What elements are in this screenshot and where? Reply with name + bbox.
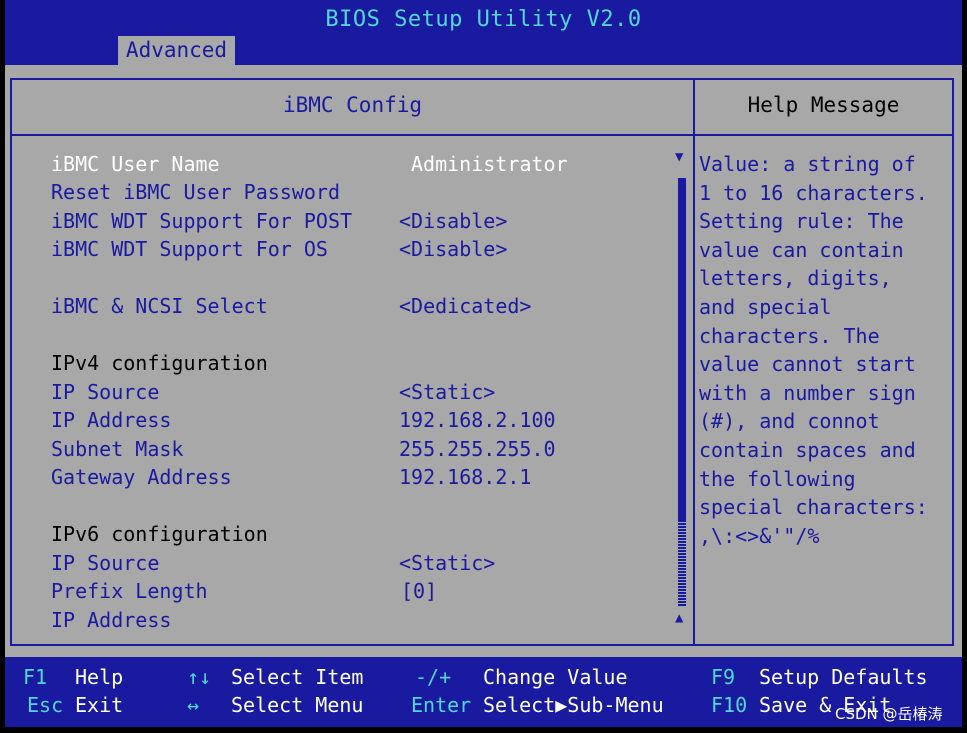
item-label: IP Source [51, 551, 160, 575]
key-f1-desc: Help [75, 665, 124, 689]
help-text: Value: a string of 1 to 16 characters. S… [699, 152, 928, 548]
key-f9: F9 [711, 665, 736, 689]
item-label: Subnet Mask [51, 437, 184, 461]
panel-title: iBMC Config [282, 93, 423, 117]
menu-item-ibmc-user-name[interactable]: iBMC User Name Administrator [51, 151, 568, 177]
menu-item-gateway[interactable]: Gateway Address 192.168.2.1 [51, 464, 531, 490]
item-value: Administrator [411, 152, 568, 176]
menu-item-prefix-length[interactable]: Prefix Length [0] [51, 578, 437, 604]
key-enter: Enter [411, 693, 472, 717]
key-leftright-desc: Select Menu [231, 693, 364, 717]
menu-item-wdt-post[interactable]: iBMC WDT Support For POST <Disable> [51, 208, 507, 234]
menu-item-wdt-os[interactable]: iBMC WDT Support For OS <Disable> [51, 236, 507, 262]
menu-item-ipv4-address[interactable]: IP Address 192.168.2.100 [51, 407, 556, 433]
panel-divider [12, 134, 693, 136]
scroll-down-arrow-icon[interactable]: ▼ [675, 149, 683, 165]
key-f10: F10 [711, 693, 748, 717]
menu-item-ipv6-source[interactable]: IP Source <Static> [51, 550, 495, 576]
item-label: Prefix Length [51, 579, 208, 603]
item-value: <Static> [399, 380, 496, 404]
item-label: IP Source [51, 380, 160, 404]
menu-item-ipv6-address[interactable]: IP Address [51, 607, 171, 633]
menu-item-reset-password[interactable]: Reset iBMC User Password [51, 179, 340, 205]
watermark: CSDN @岳椿涛 [835, 705, 943, 723]
item-label: iBMC WDT Support For POST [51, 209, 353, 233]
tab-advanced[interactable]: Advanced [118, 36, 235, 65]
menu-item-ncsi-select[interactable]: iBMC & NCSI Select <Dedicated> [51, 293, 531, 319]
key-f1: F1 [23, 665, 48, 689]
item-label: IP Address [51, 608, 172, 632]
item-value: <Static> [399, 551, 496, 575]
item-value: <Disable> [399, 209, 508, 233]
menu-item-ipv4-source[interactable]: IP Source <Static> [51, 379, 495, 405]
menu-item-subnet-mask[interactable]: Subnet Mask 255.255.255.0 [51, 436, 556, 462]
item-value: 192.168.2.100 [399, 408, 556, 432]
title-bar: BIOS Setup Utility V2.0 Advanced [5, 0, 962, 65]
app-title: BIOS Setup Utility V2.0 [325, 7, 642, 32]
item-label: IP Address [51, 408, 172, 432]
item-value: [0] [401, 579, 438, 603]
key-f9-desc: Setup Defaults [759, 665, 928, 689]
key-esc-desc: Exit [75, 693, 124, 717]
key-change: -/+ [415, 665, 452, 689]
key-change-desc: Change Value [483, 665, 628, 689]
item-label: Gateway Address [51, 465, 232, 489]
item-label: iBMC WDT Support For OS [51, 237, 328, 261]
section-ipv6: IPv6 configuration [51, 521, 268, 547]
item-value: 192.168.2.1 [399, 465, 532, 489]
section-ipv4: IPv4 configuration [51, 350, 268, 376]
help-panel: Help Message Value: a string of 1 to 16 … [695, 78, 954, 646]
key-updown-desc: Select Item [231, 665, 364, 689]
item-value: <Disable> [399, 237, 508, 261]
key-esc: Esc [27, 693, 64, 717]
main-area: iBMC Config Help Message Value: a string… [5, 65, 962, 657]
help-title: Help Message [747, 93, 900, 117]
scroll-up-arrow-icon[interactable]: ▲ [675, 610, 683, 626]
key-updown-icon: ↑↓ [187, 665, 212, 689]
item-label: Reset iBMC User Password [51, 180, 340, 204]
section-label: IPv4 configuration [51, 351, 268, 375]
key-enter-desc: Select▶Sub-Menu [483, 693, 664, 717]
item-label: iBMC User Name [51, 152, 220, 176]
key-leftright-icon: ↔ [187, 693, 200, 717]
section-label: IPv6 configuration [51, 522, 268, 546]
key-help-bar: F1 Help Esc Exit ↑↓ Select Item ↔ Select… [5, 657, 962, 727]
scrollbar-track[interactable] [678, 520, 686, 606]
help-divider [695, 134, 952, 136]
item-value: 255.255.255.0 [399, 437, 556, 461]
item-value: <Dedicated> [399, 294, 532, 318]
item-label: iBMC & NCSI Select [51, 294, 268, 318]
